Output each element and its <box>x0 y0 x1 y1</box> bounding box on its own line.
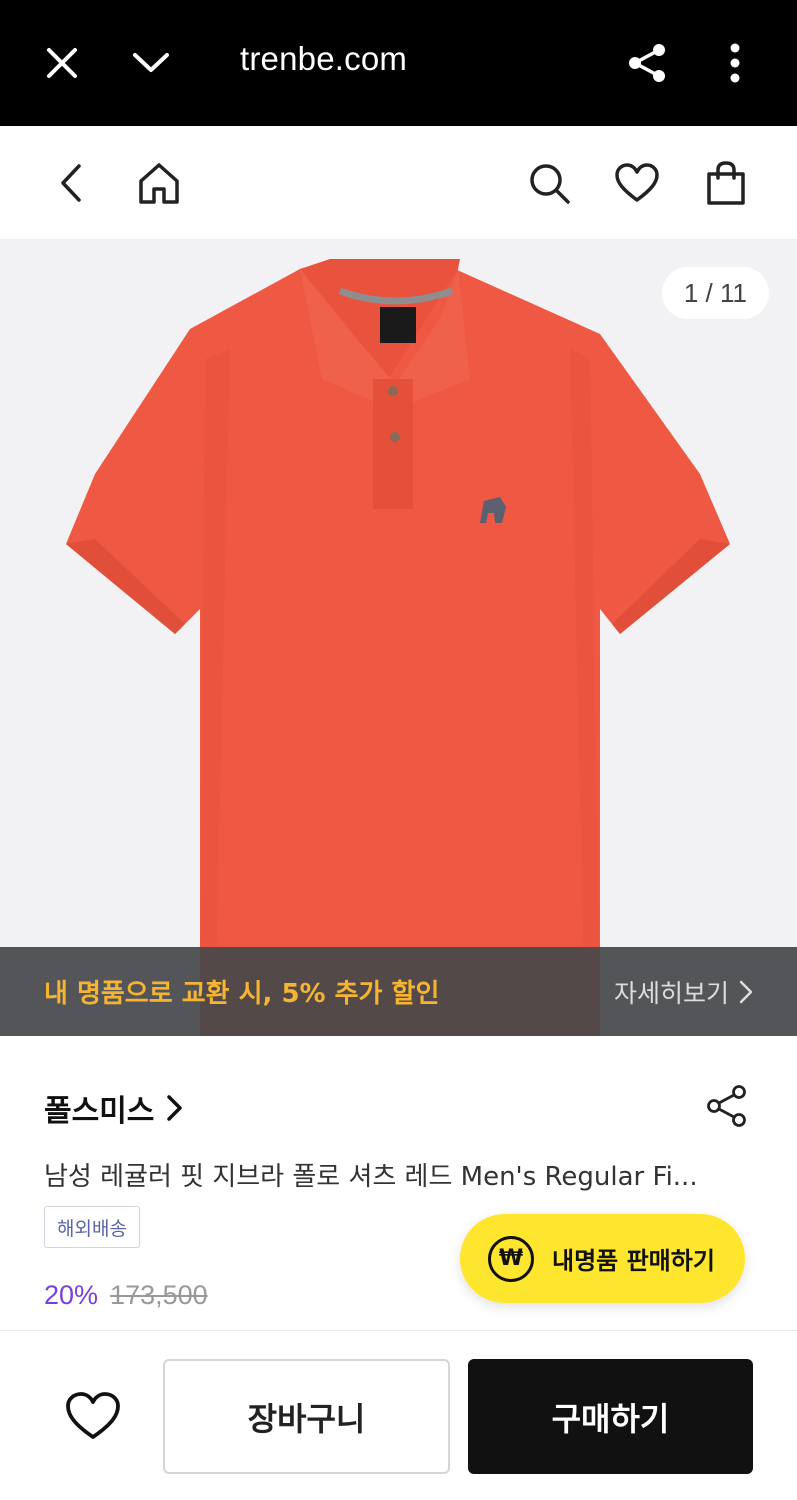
more-vertical-icon[interactable] <box>710 38 760 88</box>
sell-button-label: 내명품 판매하기 <box>552 1247 715 1275</box>
search-icon[interactable] <box>524 158 574 208</box>
buy-now-button[interactable]: 구매하기 <box>468 1359 753 1474</box>
add-to-cart-button[interactable]: 장바구니 <box>163 1359 450 1474</box>
shopping-bag-icon[interactable] <box>701 158 751 208</box>
close-icon[interactable] <box>37 38 87 88</box>
share-icon[interactable] <box>622 38 672 88</box>
polo-shirt-image <box>66 259 730 1036</box>
image-counter: 1 / 11 <box>661 267 769 319</box>
promo-banner[interactable]: 내 명품으로 교환 시, 5% 추가 할인 자세히보기 <box>0 947 797 1036</box>
app-header <box>0 126 797 239</box>
chevron-right-icon <box>739 980 753 1003</box>
brand-name: 폴스미스 <box>44 1094 155 1129</box>
chevron-right-icon <box>167 1095 183 1121</box>
chevron-down-icon[interactable] <box>126 38 176 88</box>
wishlist-button[interactable] <box>60 1383 126 1449</box>
shipping-badge: 해외배송 <box>44 1206 140 1248</box>
product-share-icon[interactable] <box>705 1084 749 1128</box>
sell-my-luxury-button[interactable]: ₩ 내명품 판매하기 <box>460 1214 745 1303</box>
heart-icon[interactable] <box>612 158 662 208</box>
back-icon[interactable] <box>46 158 96 208</box>
won-icon: ₩ <box>488 1235 534 1282</box>
discount-rate: 20% <box>44 1280 99 1310</box>
price-row: 20% 173,500 <box>44 1280 208 1311</box>
product-image[interactable]: 1 / 11 내 명품으로 교환 시, 5% 추가 할인 자세히보기 <box>0 239 797 1036</box>
bottom-action-bar: 장바구니 구매하기 <box>0 1330 797 1500</box>
product-title: 남성 레귤러 핏 지브라 폴로 셔츠 레드 Men's Regular Fi..… <box>44 1162 698 1192</box>
url-text[interactable]: trenbe.com <box>240 40 407 78</box>
promo-more-link[interactable]: 자세히보기 <box>614 974 753 1010</box>
promo-text: 내 명품으로 교환 시, 5% 추가 할인 <box>44 979 440 1009</box>
brand-link[interactable]: 폴스미스 <box>44 1086 184 1130</box>
promo-more-label: 자세히보기 <box>613 978 729 1008</box>
heart-icon <box>66 1392 120 1439</box>
original-price: 173,500 <box>110 1280 208 1310</box>
browser-bar: trenbe.com <box>0 0 797 126</box>
home-icon[interactable] <box>134 158 184 208</box>
